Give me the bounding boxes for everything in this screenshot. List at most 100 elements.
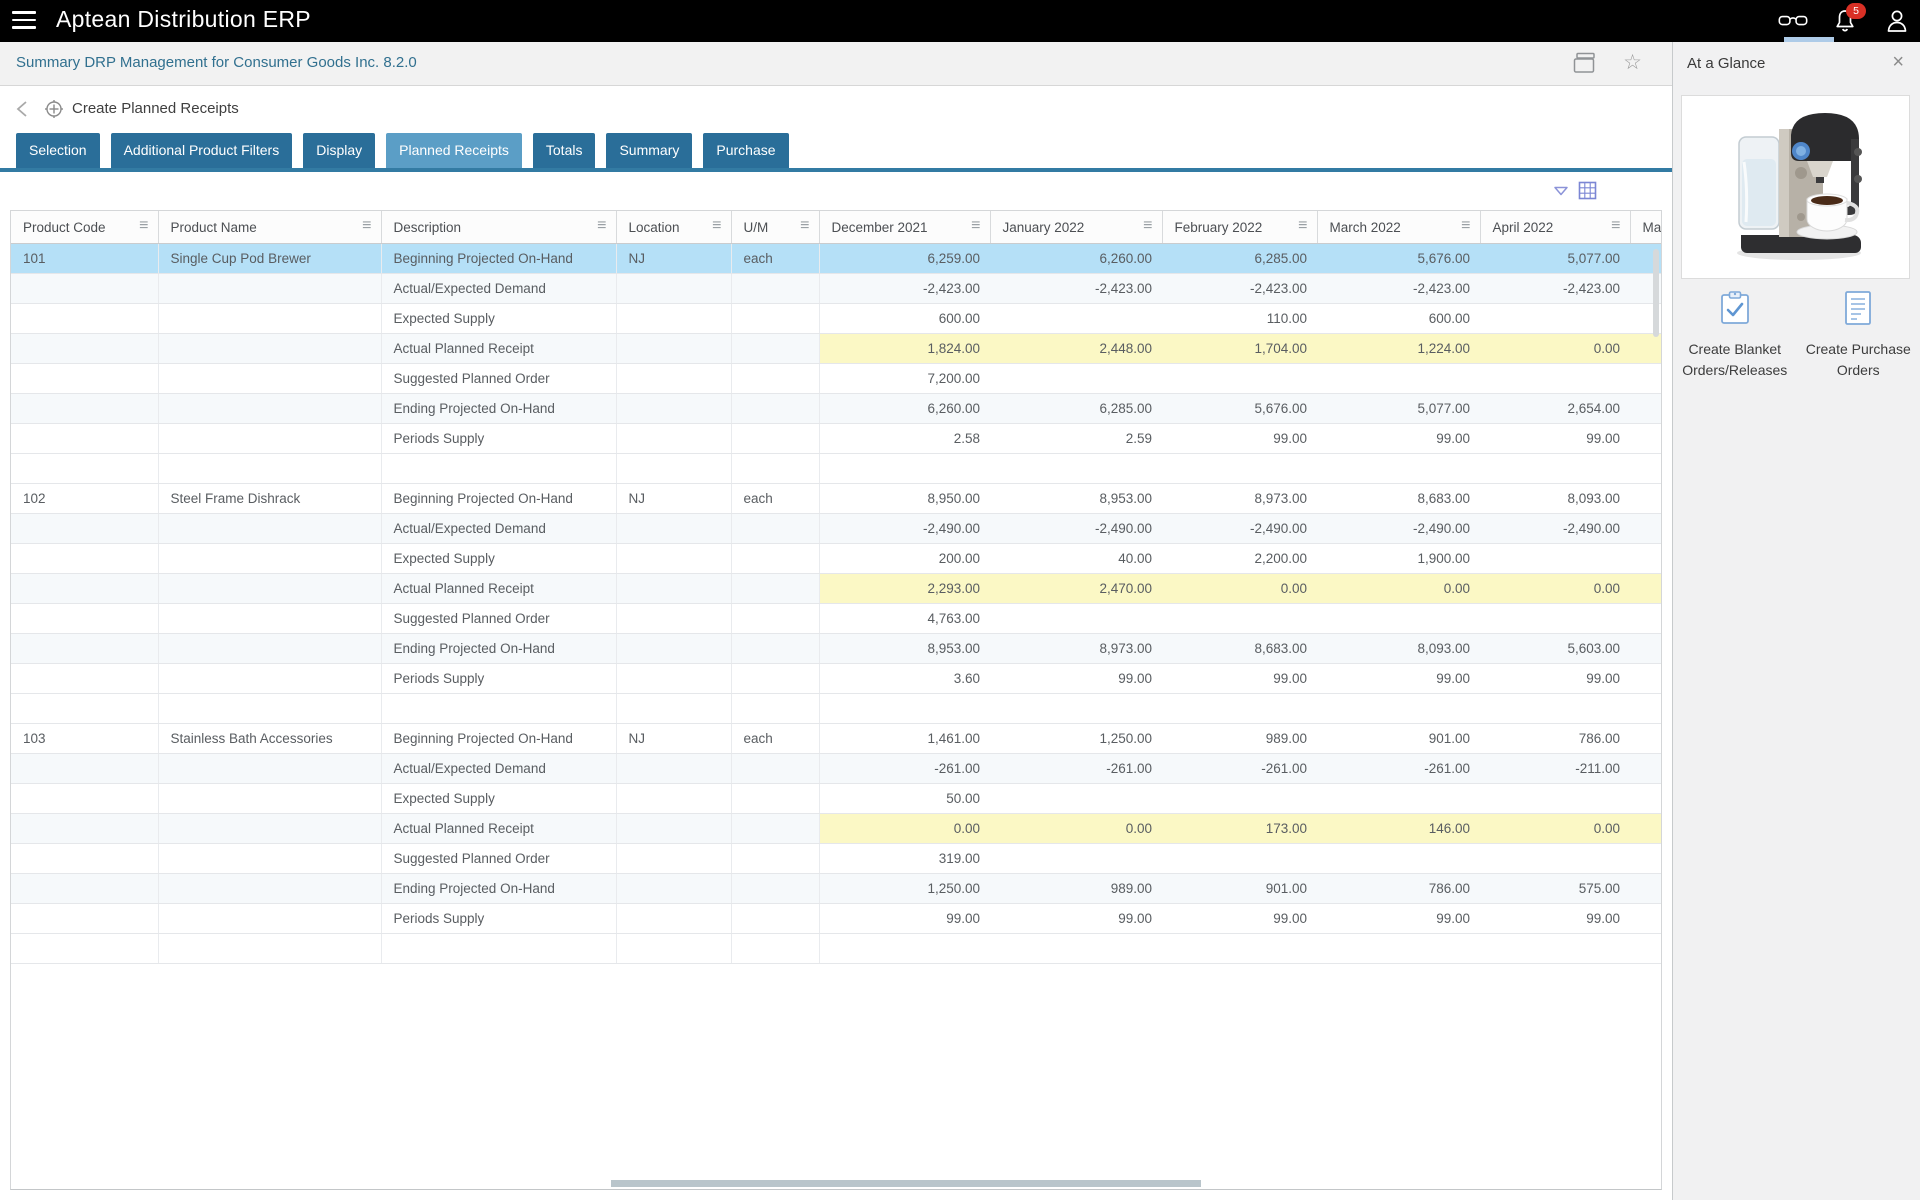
grid-cell[interactable]: 0.00 bbox=[1480, 813, 1630, 844]
column-menu-icon[interactable]: ≡ bbox=[1298, 217, 1307, 235]
grid-cell[interactable]: 0.00 bbox=[1480, 573, 1630, 604]
grid-cell[interactable] bbox=[158, 423, 382, 454]
grid-cell[interactable] bbox=[158, 573, 382, 604]
column-menu-icon[interactable]: ≡ bbox=[971, 217, 980, 235]
grid-cell[interactable]: 5,676.00 bbox=[1317, 243, 1480, 274]
column-menu-icon[interactable]: ≡ bbox=[597, 217, 606, 235]
table-row[interactable]: 102 Steel Frame Dishrack Beginning Project… bbox=[11, 483, 1661, 514]
grid-cell[interactable] bbox=[11, 423, 159, 454]
horizontal-scrollbar[interactable] bbox=[611, 1180, 1201, 1187]
grid-cell[interactable]: 989.00 bbox=[990, 873, 1162, 904]
grid-cell[interactable] bbox=[1630, 333, 1661, 364]
tab-selection[interactable]: Selection bbox=[16, 133, 100, 168]
grid-cell[interactable]: 99.00 bbox=[1317, 903, 1480, 934]
grid-cell[interactable]: 1,250.00 bbox=[990, 723, 1162, 754]
grid-cell[interactable] bbox=[1630, 573, 1661, 604]
grid-cell[interactable]: 8,973.00 bbox=[990, 633, 1162, 664]
grid-cell[interactable]: 5,077.00 bbox=[1317, 393, 1480, 424]
grid-cell[interactable] bbox=[616, 573, 732, 604]
table-row[interactable]: Actual Planned Receipt 0.00 0.00 173.00 146.… bbox=[11, 813, 1661, 844]
grid-cell[interactable]: 2,470.00 bbox=[990, 573, 1162, 604]
grid-cell[interactable] bbox=[616, 303, 732, 334]
grid-cell[interactable] bbox=[11, 753, 159, 784]
table-row[interactable]: Expected Supply 600.00 110.00 600.00 bbox=[11, 303, 1661, 334]
grid-cell[interactable] bbox=[990, 303, 1162, 334]
grid-cell[interactable]: -261.00 bbox=[1317, 753, 1480, 784]
grid-cell[interactable]: 8,093.00 bbox=[1480, 483, 1630, 514]
table-row[interactable]: 101 Single Cup Pod Brewer Beginning Projec… bbox=[11, 243, 1661, 274]
grid-cell[interactable]: Stainless Bath Accessories bbox=[158, 723, 382, 754]
grid-cell[interactable] bbox=[990, 783, 1162, 814]
grid-cell[interactable] bbox=[1162, 603, 1317, 634]
grid-cell[interactable]: Suggested Planned Order bbox=[381, 843, 617, 874]
grid-cell[interactable] bbox=[11, 513, 159, 544]
grid-cell[interactable] bbox=[1630, 423, 1661, 454]
grid-cell[interactable]: Periods Supply bbox=[381, 423, 617, 454]
grid-cell[interactable] bbox=[731, 843, 820, 874]
grid-cell[interactable] bbox=[616, 543, 732, 574]
grid-cell[interactable] bbox=[1630, 513, 1661, 544]
grid-cell[interactable] bbox=[1630, 603, 1661, 634]
grid-cell[interactable]: each bbox=[731, 483, 820, 514]
grid-cell[interactable] bbox=[11, 903, 159, 934]
grid-cell[interactable]: 319.00 bbox=[819, 843, 990, 874]
windows-stack-icon[interactable] bbox=[1571, 51, 1597, 75]
create-blanket-orders-button[interactable]: Create Blanket Orders/Releases bbox=[1673, 290, 1797, 381]
grid-cell[interactable] bbox=[158, 783, 382, 814]
grid-cell[interactable] bbox=[731, 603, 820, 634]
table-row[interactable]: 103 Stainless Bath Accessories Beginning P… bbox=[11, 723, 1661, 754]
grid-cell[interactable]: Expected Supply bbox=[381, 543, 617, 574]
grid-cell[interactable] bbox=[1317, 603, 1480, 634]
grid-cell[interactable]: Steel Frame Dishrack bbox=[158, 483, 382, 514]
grid-cell[interactable]: 99.00 bbox=[990, 903, 1162, 934]
grid-cell[interactable] bbox=[616, 393, 732, 424]
grid-cell[interactable] bbox=[158, 663, 382, 694]
table-row[interactable]: Expected Supply 50.00 bbox=[11, 783, 1661, 814]
grid-cell[interactable]: -2,490.00 bbox=[1162, 513, 1317, 544]
grid-cell[interactable]: Single Cup Pod Brewer bbox=[158, 243, 382, 274]
table-row[interactable]: Periods Supply 2.58 2.59 99.00 99.00 99.00 bbox=[11, 423, 1661, 454]
grid-cell[interactable] bbox=[1630, 543, 1661, 574]
grid-cell[interactable]: 2,654.00 bbox=[1480, 393, 1630, 424]
column-header[interactable]: Description ≡ bbox=[381, 211, 617, 244]
grid-cell[interactable] bbox=[158, 543, 382, 574]
tab-totals[interactable]: Totals bbox=[532, 133, 596, 168]
grid-cell[interactable] bbox=[158, 333, 382, 364]
grid-cell[interactable]: 575.00 bbox=[1480, 873, 1630, 904]
grid-cell[interactable] bbox=[11, 843, 159, 874]
grid-cell[interactable]: 1,461.00 bbox=[819, 723, 990, 754]
grid-cell[interactable]: 5,603.00 bbox=[1480, 633, 1630, 664]
column-header[interactable]: December 2021 ≡ bbox=[819, 211, 991, 244]
grid-cell[interactable] bbox=[11, 633, 159, 664]
grid-cell[interactable] bbox=[616, 783, 732, 814]
grid-cell[interactable]: 99.00 bbox=[1317, 663, 1480, 694]
grid-cell[interactable] bbox=[731, 303, 820, 334]
grid-cell[interactable]: 5,077.00 bbox=[1480, 243, 1630, 274]
tab-display[interactable]: Display bbox=[303, 133, 376, 168]
grid-cell[interactable]: 2,293.00 bbox=[819, 573, 990, 604]
grid-cell[interactable]: 103 bbox=[11, 723, 159, 754]
grid-cell[interactable]: 99.00 bbox=[1162, 903, 1317, 934]
grid-cell[interactable] bbox=[11, 273, 159, 304]
grid-cell[interactable] bbox=[1630, 843, 1661, 874]
grid-cell[interactable] bbox=[1162, 843, 1317, 874]
grid-cell[interactable]: 6,285.00 bbox=[1162, 243, 1317, 274]
workspace-title-link[interactable]: Summary DRP Management for Consumer Good… bbox=[16, 54, 417, 71]
grid-cell[interactable]: 2.58 bbox=[819, 423, 990, 454]
column-header[interactable]: May bbox=[1630, 211, 1661, 244]
grid-cell[interactable]: 0.00 bbox=[990, 813, 1162, 844]
grid-cell[interactable] bbox=[1630, 483, 1661, 514]
grid-cell[interactable]: 989.00 bbox=[1162, 723, 1317, 754]
column-header[interactable]: U/M ≡ bbox=[731, 211, 820, 244]
grid-cell[interactable] bbox=[1630, 783, 1661, 814]
grid-cell[interactable] bbox=[731, 813, 820, 844]
grid-cell[interactable]: Suggested Planned Order bbox=[381, 603, 617, 634]
grid-cell[interactable]: Expected Supply bbox=[381, 783, 617, 814]
grid-cell[interactable]: 600.00 bbox=[1317, 303, 1480, 334]
grid-cell[interactable]: -2,423.00 bbox=[1162, 273, 1317, 304]
close-icon[interactable]: × bbox=[1892, 52, 1904, 72]
grid-cell[interactable] bbox=[1480, 603, 1630, 634]
grid-cell[interactable] bbox=[11, 873, 159, 904]
grid-cell[interactable] bbox=[1480, 843, 1630, 874]
grid-cell[interactable]: Periods Supply bbox=[381, 903, 617, 934]
